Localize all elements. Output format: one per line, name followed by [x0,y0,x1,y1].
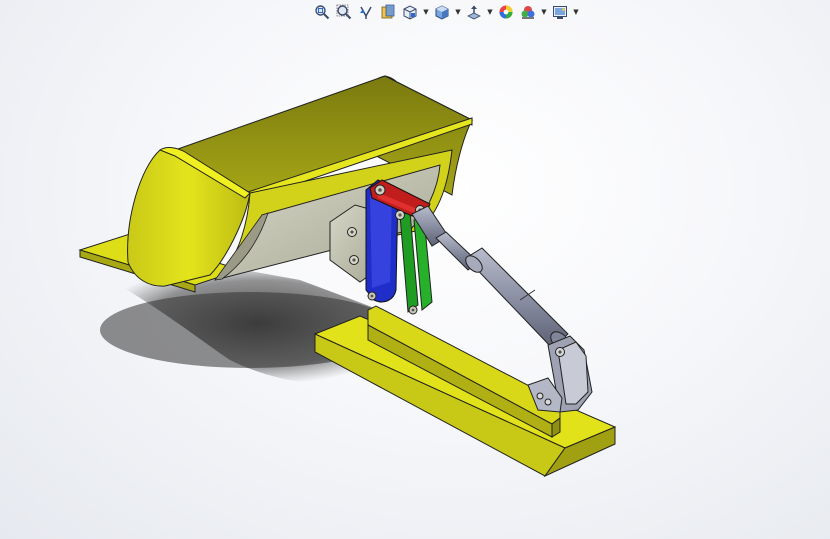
zoom-to-area-button[interactable] [334,2,354,22]
graphics-area[interactable] [0,24,830,539]
apply-scene-button[interactable] [518,2,538,22]
hide-show-items-icon [467,5,481,20]
hide-show-items-dropdown[interactable]: ▼ [486,2,494,22]
clevis-bracket [527,335,593,413]
section-view-button[interactable] [378,2,398,22]
section-view-icon [381,4,395,19]
model-view [78,75,617,478]
previous-view-button[interactable] [356,2,376,22]
display-style-button[interactable] [432,2,452,22]
view-settings-dropdown[interactable]: ▼ [572,2,580,22]
edit-appearance-icon [499,5,513,19]
view-settings-icon [553,6,567,19]
hydraulic-cylinder [411,205,570,351]
view-orientation-button[interactable] [400,2,420,22]
zoom-to-fit-button[interactable] [312,2,332,22]
view-settings-button[interactable] [550,2,570,22]
zoom-to-fit-icon [315,5,330,20]
apply-scene-icon [521,6,535,19]
heads-up-view-toolbar: ▼ ▼ ▼ ▼ ▼ [312,2,580,22]
previous-view-icon [360,6,372,19]
edit-appearance-button[interactable] [496,2,516,22]
view-orientation-dropdown[interactable]: ▼ [422,2,430,22]
apply-scene-dropdown[interactable]: ▼ [540,2,548,22]
display-style-dropdown[interactable]: ▼ [454,2,462,22]
zoom-to-area-icon [336,4,352,20]
hide-show-items-button[interactable] [464,2,484,22]
view-orientation-icon [403,5,417,20]
display-style-cube-icon [435,5,449,20]
